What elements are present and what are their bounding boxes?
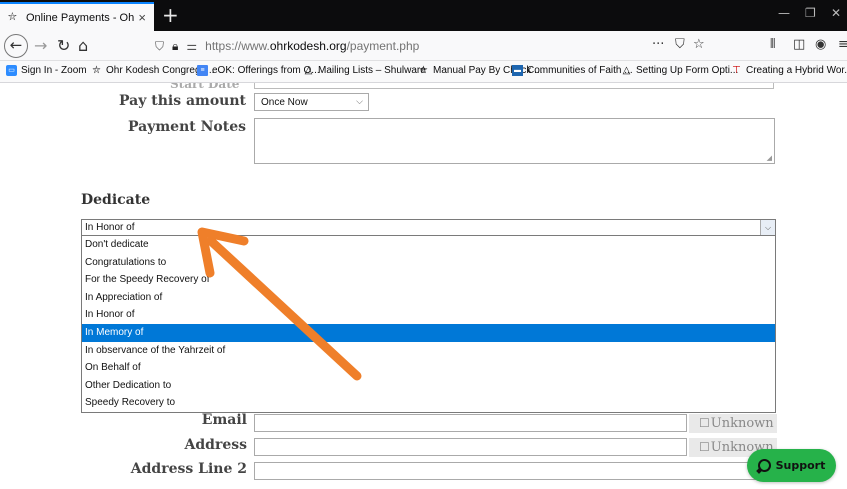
email-label: Email: [201, 412, 247, 428]
ohr-kodesh-icon: ⛥: [92, 65, 101, 76]
chevron-down-icon[interactable]: ⌵: [760, 220, 775, 235]
start-date-label: Start Date: [170, 83, 240, 91]
drive-icon: △: [622, 65, 631, 76]
dropdown-option[interactable]: Other Dedication to: [82, 377, 775, 395]
hybrid-work-icon: ⊤: [732, 65, 741, 76]
library-icon[interactable]: ⫴: [770, 37, 775, 52]
back-icon[interactable]: ←: [4, 34, 28, 58]
dedicate-dropdown-list: Don't dedicate Congratulations to For th…: [81, 236, 776, 413]
bookmark-label: Setting Up Form Opti...: [636, 65, 739, 76]
url-domain: ohrkodesh.org: [269, 39, 347, 53]
checkbox-icon: ☐: [699, 416, 710, 430]
pay-amount-label: Pay this amount: [119, 93, 246, 109]
bookmark-item[interactable]: ⊤ Creating a Hybrid Wor...: [731, 65, 847, 76]
permissions-icon[interactable]: ⚌: [186, 39, 197, 53]
bookmark-label: Creating a Hybrid Wor...: [746, 65, 847, 76]
address-line-2-input[interactable]: [254, 462, 774, 480]
bookmark-label: Communities of Faith ...: [527, 65, 633, 76]
dedicate-select[interactable]: In Honor of ⌵: [81, 219, 776, 236]
pocket-icon[interactable]: ⛉: [675, 37, 685, 52]
bookmark-item[interactable]: △ Setting Up Form Opti...: [621, 65, 739, 76]
bookmarks-toolbar: ▭ Sign In - Zoom ⛥ Ohr Kodesh Congrega... …: [0, 61, 847, 83]
email-unknown-checkbox[interactable]: ☐Unknown: [689, 414, 777, 433]
pay-amount-value: Once Now: [261, 97, 308, 108]
payment-notes-label: Payment Notes: [128, 119, 246, 135]
support-label: Support: [775, 459, 826, 472]
dropdown-option[interactable]: Don't dedicate: [82, 236, 775, 254]
lock-icon[interactable]: 🔒︎: [172, 39, 178, 54]
ohr-kodesh-icon: ⛥: [419, 65, 428, 76]
dedicate-selected-value: In Honor of: [85, 222, 135, 233]
tab-strip: ⛥ Online Payments - Ohr Kodesh × + — ❐ ✕: [0, 0, 847, 31]
tab-close-icon[interactable]: ×: [138, 10, 146, 25]
dropdown-option-highlighted[interactable]: In Memory of: [82, 323, 775, 342]
shield-icon[interactable]: ⛉: [155, 39, 164, 54]
checkbox-icon: ☐: [699, 440, 710, 454]
new-tab-button[interactable]: +: [162, 3, 179, 27]
support-button[interactable]: Support: [747, 449, 836, 482]
window-close-icon[interactable]: ✕: [831, 6, 841, 20]
dropdown-option[interactable]: In observance of the Yahrzeit of: [82, 342, 775, 360]
address-input[interactable]: [254, 438, 687, 456]
bookmark-item[interactable]: △ Mailing Lists – Shulware: [303, 65, 426, 76]
nav-bar: ← → ↻ ⌂ ⛉ 🔒︎ ⚌ https://www. ohrkodesh.org…: [0, 31, 847, 61]
url-path: /payment.php: [346, 39, 420, 53]
dropdown-option[interactable]: For the Speedy Recovery of: [82, 271, 775, 289]
dropdown-option[interactable]: In Appreciation of: [82, 289, 775, 307]
tab-title: Online Payments - Ohr Kodesh: [26, 11, 135, 24]
start-date-field[interactable]: [254, 83, 774, 89]
page-content: Start Date Pay this amount Once Now ⌵ Pa…: [0, 83, 847, 489]
bookmark-item[interactable]: ⛥ Ohr Kodesh Congrega...: [91, 65, 215, 76]
chat-bubble-icon: [757, 459, 771, 472]
restore-icon[interactable]: ❐: [805, 6, 816, 20]
page-actions-icon[interactable]: ···: [652, 37, 664, 52]
document-icon: ≡: [197, 65, 208, 76]
zoom-icon: ▭: [6, 65, 17, 76]
url-bar[interactable]: ⛉ 🔒︎ ⚌ https://www. ohrkodesh.org/payment…: [154, 34, 706, 58]
bookmark-item[interactable]: ≡ eOK: Offerings from O...: [197, 65, 320, 76]
menu-icon[interactable]: ≡: [838, 37, 847, 52]
home-icon[interactable]: ⌂: [78, 36, 88, 56]
reload-icon[interactable]: ↻: [57, 36, 70, 56]
communities-icon: ▬: [512, 65, 523, 76]
bookmark-star-icon[interactable]: ☆: [693, 37, 705, 52]
url-prefix: https://www.: [205, 39, 270, 53]
unknown-label: Unknown: [710, 416, 774, 431]
email-input[interactable]: [254, 414, 687, 432]
address-line-2-label: Address Line 2: [130, 461, 247, 477]
ohr-kodesh-favicon-icon: ⛥: [8, 11, 17, 23]
browser-tab[interactable]: ⛥ Online Payments - Ohr Kodesh ×: [0, 2, 154, 31]
address-label: Address: [184, 437, 248, 453]
sidebar-icon[interactable]: ◫: [793, 37, 805, 52]
minimize-icon[interactable]: —: [778, 6, 790, 20]
bookmark-item[interactable]: ▭ Sign In - Zoom: [6, 65, 87, 76]
dropdown-option[interactable]: Speedy Recovery to: [82, 394, 775, 412]
drive-icon: △: [304, 65, 313, 76]
payment-notes-textarea[interactable]: ◢: [254, 118, 775, 164]
pay-amount-select[interactable]: Once Now ⌵: [254, 93, 369, 111]
account-icon[interactable]: ◉: [815, 37, 826, 52]
chevron-down-icon: ⌵: [356, 96, 363, 106]
forward-icon[interactable]: →: [34, 36, 47, 56]
bookmark-item[interactable]: ▬ Communities of Faith ...: [512, 65, 633, 76]
resize-grip-icon[interactable]: ◢: [767, 154, 772, 162]
dropdown-option[interactable]: In Honor of: [82, 306, 775, 324]
bookmark-label: Mailing Lists – Shulware: [318, 65, 426, 76]
dropdown-option[interactable]: On Behalf of: [82, 359, 775, 377]
dedicate-heading: Dedicate: [81, 192, 151, 208]
dropdown-option[interactable]: Congratulations to: [82, 254, 775, 272]
bookmark-label: Sign In - Zoom: [21, 65, 87, 76]
